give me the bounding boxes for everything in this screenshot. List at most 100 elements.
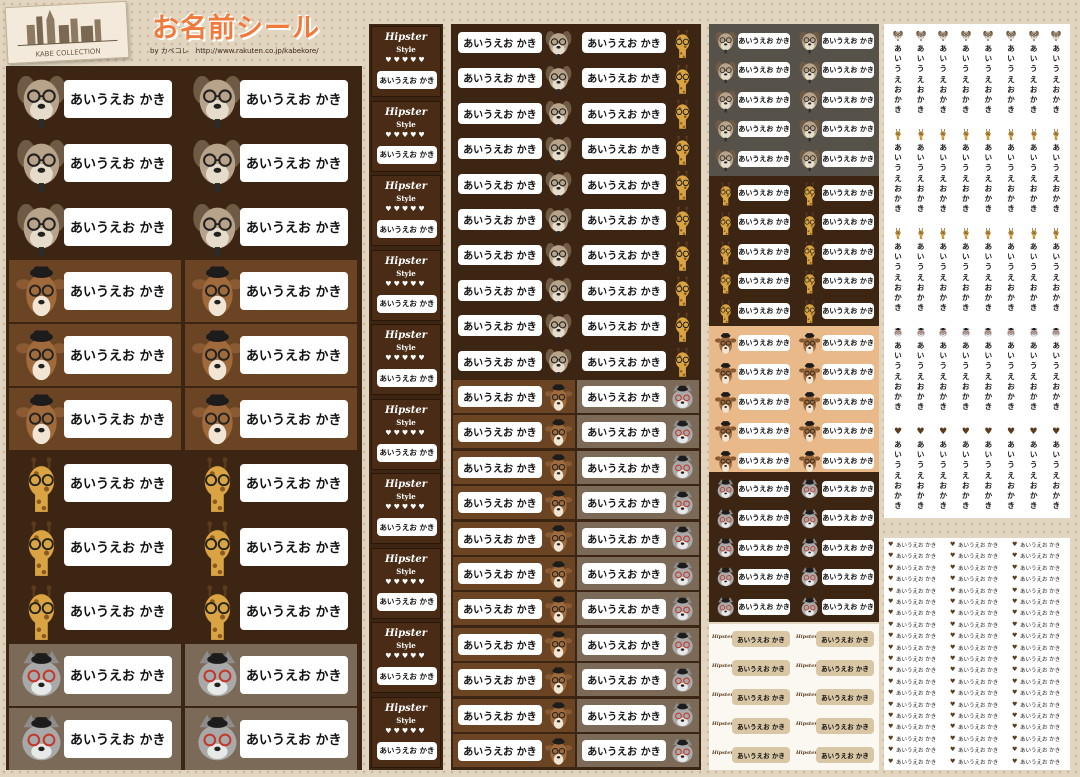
dog-icon — [545, 64, 572, 98]
heart-icon: ♥ — [1012, 700, 1018, 708]
sticker-name-label: あいうえお かき — [581, 669, 666, 690]
hipster-title: Hipster — [712, 663, 734, 669]
heart-icon: ♥ — [1012, 632, 1018, 640]
name-sticker: あいうえお かき — [453, 203, 575, 236]
name-sticker: あいうえお かき — [712, 564, 794, 591]
raccoon-icon — [16, 648, 67, 708]
mini-hipster-sticker: Hipster あいうえお かき — [796, 744, 876, 766]
sticker-name-label: あいうえお かき — [738, 598, 791, 615]
heart-icon: ♥ — [1012, 643, 1018, 651]
sticker-name-label: あいうえお かき — [738, 539, 791, 556]
name-sticker: あいうえお かき — [796, 388, 878, 415]
sticker-name-label: あいうえお かき — [63, 399, 172, 439]
deer-icon — [545, 737, 573, 771]
hipster-sticker: Hipster Style ♥♥♥♥♥ あいうえお かき — [371, 473, 441, 544]
mini-hipster-sticker: Hipster あいうえお かき — [796, 715, 876, 737]
sticker-name-label: あいうえお かき — [377, 443, 437, 462]
deer-icon — [545, 630, 573, 664]
sticker-name-label: あいうえお かき — [738, 91, 791, 108]
dog-icon — [545, 206, 572, 240]
tiny-name-label: あいうえお かき — [1020, 702, 1061, 709]
heart-icon: ♥ — [961, 427, 970, 437]
heart-icon: ♥ — [950, 609, 956, 617]
name-sticker: あいうえお かき — [796, 297, 878, 324]
sticker-name-label: あいうえお かき — [239, 399, 348, 439]
heart-icon: ♥ — [950, 620, 956, 628]
giraffe-icon — [1005, 129, 1017, 141]
hearts-icon: ♥♥♥♥♥ — [385, 576, 427, 586]
dog-icon — [192, 72, 243, 132]
heart-icon: ♥ — [916, 427, 925, 437]
name-sticker: あいうえお かき — [577, 663, 699, 697]
heart-icon: ♥ — [950, 734, 956, 742]
tiny-name-label: あいうえお かき — [958, 611, 999, 618]
hearts-icon: ♥♥♥♥♥ — [385, 55, 427, 64]
vertical-name-label: あいうえお かき — [894, 44, 902, 115]
sticker-name-label: あいうえお かき — [732, 660, 790, 676]
name-sticker: あいうえお かき — [453, 96, 575, 130]
sticker-name-label: あいうえお かき — [822, 243, 875, 260]
sticker-name-label: あいうえお かき — [822, 539, 875, 556]
vertical-name-label: あいうえお かき — [939, 143, 947, 214]
name-sticker: あいうえお かき — [577, 238, 699, 272]
tiny-name-label: あいうえお かき — [1020, 725, 1061, 732]
tiny-name-label: あいうえお かき — [896, 588, 937, 595]
dog-icon — [192, 136, 243, 196]
tiny-name-label: あいうえお かき — [958, 622, 999, 629]
dog-icon — [715, 89, 736, 116]
hearts-icon: ♥♥♥♥♥ — [385, 502, 427, 511]
tiny-name-label: あいうえお かき — [958, 691, 999, 698]
giraffe-icon — [1050, 129, 1062, 141]
sticker-name-label: あいうえお かき — [738, 364, 791, 381]
tiny-name-label: あいうえお かき — [958, 554, 999, 561]
name-sticker: あいうえお かき — [712, 388, 794, 415]
sticker-name-label: あいうえお かき — [732, 747, 790, 763]
tiny-name-label: あいうえお かき — [958, 634, 999, 641]
name-sticker: あいうえお かき — [453, 521, 575, 555]
heart-icon: ♥ — [1012, 677, 1018, 685]
tiny-name-label: あいうえお かき — [896, 725, 937, 732]
hipster-subtitle: Style — [396, 715, 416, 725]
tiny-name-label: あいうえお かき — [896, 748, 937, 755]
hearts-icon: ♥♥♥♥♥ — [385, 427, 427, 437]
tiny-name-label: あいうえお かき — [896, 759, 937, 766]
mini-hipster-sticker: Hipster あいうえお かき — [712, 686, 792, 708]
name-sticker: あいうえお かき — [577, 415, 699, 449]
sticker-name-label: あいうえお かき — [738, 150, 791, 167]
sticker-name-label: あいうえお かき — [457, 634, 542, 655]
hipster-sticker: Hipster Style ♥♥♥♥♥ あいうえお かき — [371, 26, 441, 97]
giraffe-icon — [669, 241, 696, 275]
hipster-title: Hipster — [384, 106, 428, 118]
hipster-subtitle: Style — [396, 343, 416, 352]
sticker-name-label: あいうえお かき — [822, 569, 875, 586]
name-sticker: あいうえお かき — [796, 180, 878, 206]
name-sticker: あいうえお かき — [9, 324, 181, 386]
deer-icon — [545, 595, 573, 629]
tiny-name-label: あいうえお かき — [1020, 600, 1061, 606]
sticker-name-label: あいうえお かき — [822, 184, 875, 202]
sticker-name-label: あいうえお かき — [738, 423, 791, 440]
dog-icon — [545, 276, 572, 310]
heart-icon: ♥ — [888, 541, 894, 548]
sticker-name-label: あいうえお かき — [457, 669, 542, 690]
hipster-sticker: Hipster Style ♥♥♥♥♥ あいうえお かき — [371, 696, 441, 768]
vertical-name-label: あいうえお かき — [962, 440, 970, 511]
raccoon-icon — [799, 537, 820, 564]
sticker-name-label: あいうえお かき — [457, 280, 542, 301]
heart-icon: ♥ — [950, 757, 956, 765]
giraffe-icon — [1050, 228, 1062, 240]
mini-hipster-sticker: Hipster あいうえお かき — [712, 657, 792, 679]
deer-icon — [715, 332, 737, 359]
name-sticker: あいうえお かき — [796, 268, 878, 295]
heart-icon: ♥ — [950, 643, 956, 651]
sticker-name-label: あいうえお かき — [239, 335, 348, 375]
raccoon-icon — [192, 712, 243, 772]
tiny-name-label: あいうえお かき — [1020, 543, 1061, 549]
giraffe-icon — [16, 584, 67, 644]
vertical-name-label: あいうえお かき — [916, 341, 925, 412]
deer-icon — [16, 328, 68, 388]
heart-icon: ♥ — [888, 700, 894, 708]
tiny-name-label: あいうえお かき — [958, 645, 999, 652]
sticker-name-label: あいうえお かき — [581, 173, 666, 195]
tiny-name-label: あいうえお かき — [1020, 565, 1061, 572]
